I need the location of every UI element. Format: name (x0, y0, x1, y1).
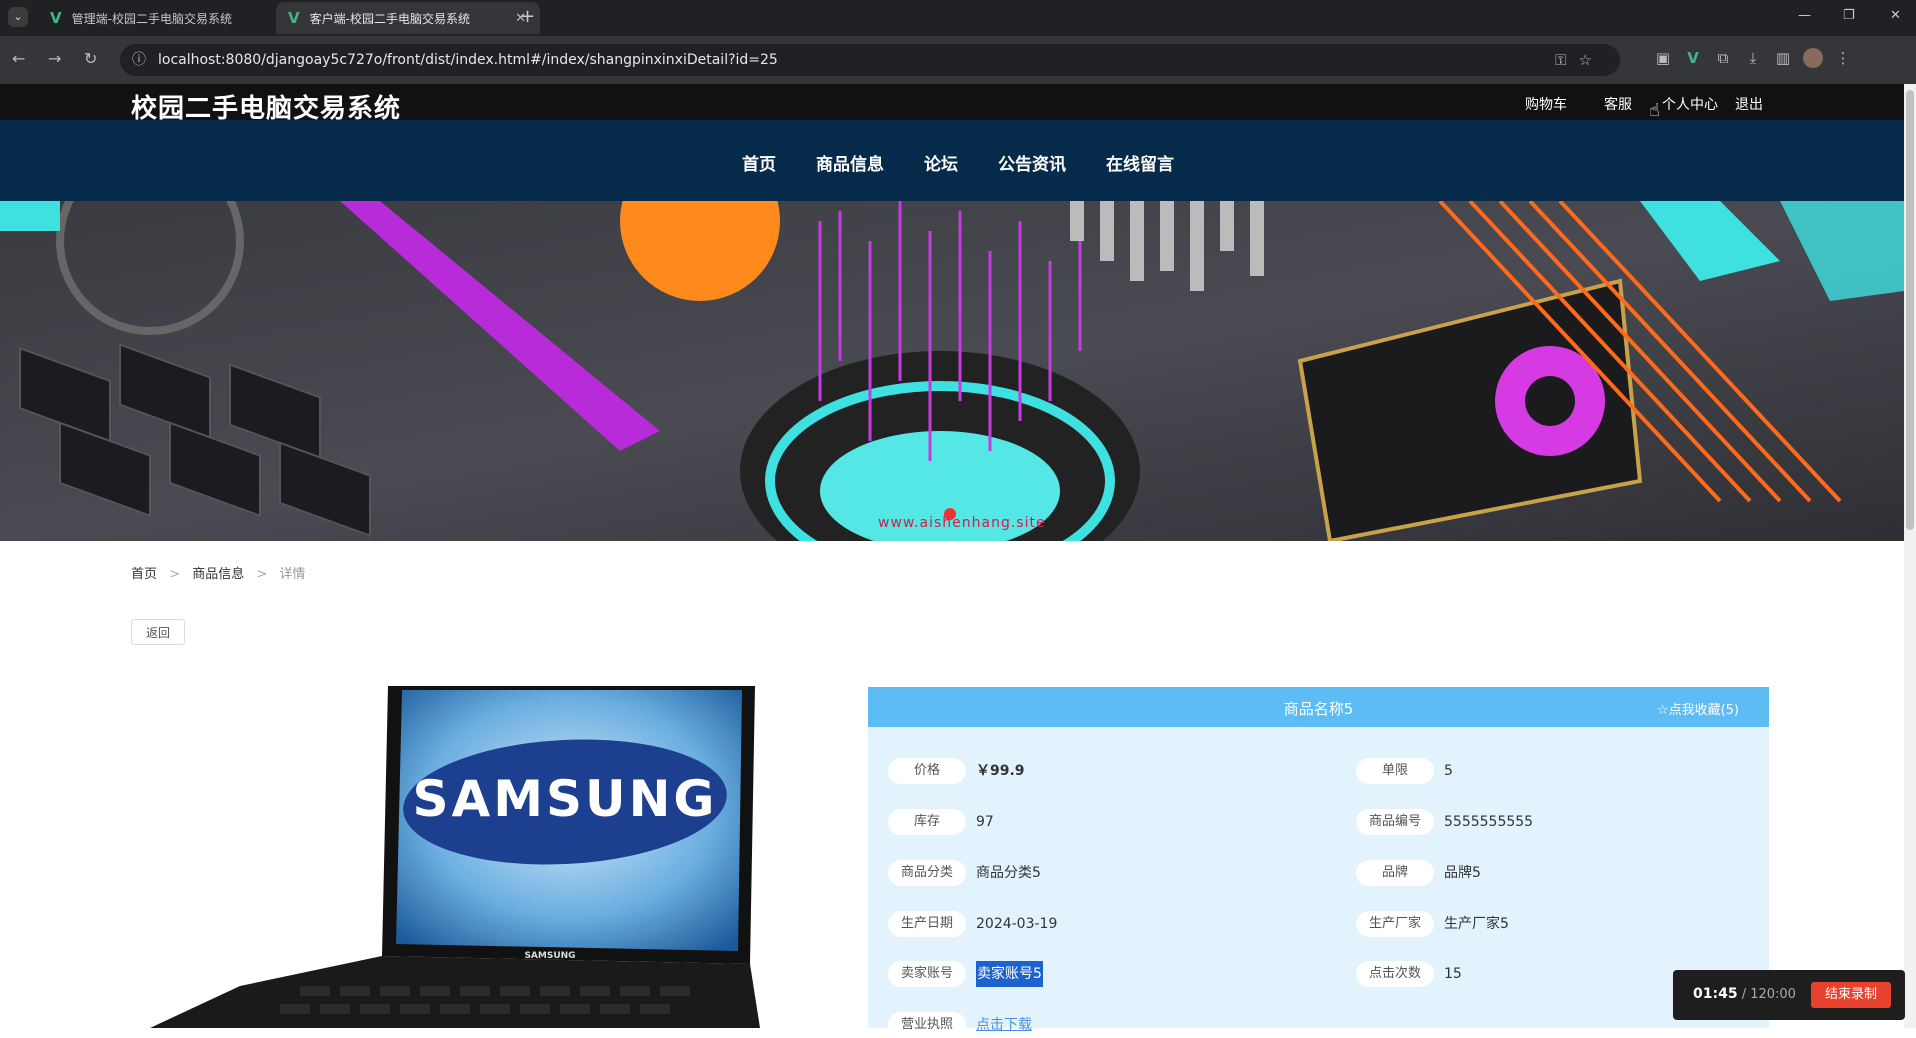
field-category: 商品分类 商品分类5 (888, 860, 1041, 886)
hand-cursor-icon: ☝ (1649, 100, 1660, 121)
side-panel-icon[interactable]: ▥ (1768, 49, 1798, 67)
customer-service-link[interactable]: 客服 (1604, 94, 1632, 114)
laptop-image: SAMSUNG SAMSUNG (150, 686, 760, 1028)
banner-watermark-url: www.aishenhang.site (878, 515, 1046, 531)
field-label: 商品编号 (1356, 809, 1434, 835)
product-name: 商品名称5 (1283, 700, 1354, 718)
tab-title: 客户端-校园二手电脑交易系统 (309, 11, 470, 26)
field-label: 商品分类 (888, 860, 966, 886)
browser-toolbar: ← → ↻ ⓘ localhost:8080/djangoay5c727o/fr… (0, 36, 1916, 84)
field-label: 生产厂家 (1356, 911, 1434, 937)
elapsed-time: 01:45 (1693, 986, 1738, 1002)
password-key-icon[interactable]: ⚿ (1555, 51, 1578, 69)
breadcrumb-separator: > (256, 567, 268, 582)
minimize-icon[interactable]: — (1798, 8, 1811, 23)
window-close-icon[interactable]: ✕ (1890, 8, 1901, 23)
download-link[interactable]: 点击下载 (976, 1012, 1032, 1038)
stop-recording-button[interactable]: 结束录制 (1811, 982, 1891, 1008)
address-bar[interactable]: ⓘ localhost:8080/djangoay5c727o/front/di… (120, 44, 1620, 76)
field-label: 单限 (1356, 758, 1434, 784)
samsung-logo-text: SAMSUNG (413, 770, 718, 828)
main-nav: 首页 商品信息 论坛 公告资讯 在线留言 (0, 120, 1904, 201)
nav-news[interactable]: 公告资讯 (998, 150, 1066, 175)
vue-logo-icon: V (50, 9, 62, 27)
forward-arrow-icon[interactable]: → (48, 49, 61, 68)
site-info-icon[interactable]: ⓘ (132, 44, 146, 76)
browser-tab-bar: ⌄ V 管理端-校园二手电脑交易系统 ✕ V 客户端-校园二手电脑交易系统 ✕ … (0, 0, 1916, 36)
field-value: 生产厂家5 (1444, 916, 1509, 932)
field-value: 商品分类5 (976, 865, 1041, 881)
vue-devtools-icon[interactable]: V (1678, 49, 1708, 67)
field-label: 生产日期 (888, 911, 966, 937)
back-arrow-icon[interactable]: ← (12, 49, 25, 68)
more-menu-icon[interactable]: ⋮ (1828, 49, 1858, 67)
new-tab-icon[interactable]: + (520, 6, 535, 27)
field-stock: 库存 97 (888, 809, 994, 835)
favorite-button[interactable]: ☆点我收藏(5) (1657, 699, 1739, 718)
field-label: 库存 (888, 809, 966, 835)
field-manufacturer: 生产厂家 生产厂家5 (1356, 911, 1509, 937)
tab-search-button[interactable]: ⌄ (8, 7, 28, 27)
product-image[interactable]: SAMSUNG SAMSUNG (150, 686, 770, 1028)
field-value: 5555555555 (1444, 814, 1534, 830)
field-value: 品牌5 (1444, 865, 1481, 881)
bookmark-star-icon[interactable]: ☆ (1579, 51, 1604, 69)
reload-icon[interactable]: ↻ (84, 49, 97, 68)
field-value: ￥99.9 (976, 763, 1025, 779)
nav-products[interactable]: 商品信息 (816, 150, 884, 175)
nav-messages[interactable]: 在线留言 (1106, 150, 1174, 175)
field-product-code: 商品编号 5555555555 (1356, 809, 1533, 835)
breadcrumb-products[interactable]: 商品信息 (192, 567, 244, 582)
field-brand: 品牌 品牌5 (1356, 860, 1481, 886)
field-value: 2024-03-19 (976, 916, 1058, 932)
vue-logo-icon: V (288, 9, 300, 27)
download-icon[interactable]: ⤓ (1738, 49, 1768, 67)
field-value: 97 (976, 814, 994, 830)
cart-link[interactable]: 购物车 (1525, 94, 1567, 114)
field-label: 点击次数 (1356, 961, 1434, 987)
tab-title: 管理端-校园二手电脑交易系统 (71, 11, 232, 26)
breadcrumb-home[interactable]: 首页 (131, 567, 157, 582)
browser-tab-client[interactable]: V 客户端-校园二手电脑交易系统 ✕ (276, 2, 540, 34)
browser-tab-admin[interactable]: V 管理端-校园二手电脑交易系统 ✕ (38, 2, 302, 34)
field-label: 营业执照 (888, 1012, 966, 1038)
field-label: 价格 (888, 758, 966, 784)
field-label: 卖家账号 (888, 961, 966, 987)
nav-forum[interactable]: 论坛 (924, 150, 958, 175)
personal-center-link[interactable]: 个人中心 (1662, 94, 1718, 114)
recording-timer: 01:45 / 120:00 (1693, 986, 1796, 1002)
field-business-license: 营业执照 点击下载 (888, 1012, 1032, 1038)
breadcrumb: 首页 > 商品信息 > 详情 (131, 563, 305, 582)
product-info-header: 商品名称5 ☆点我收藏(5) (868, 687, 1769, 727)
site-top-bar: 校园二手电脑交易系统 购物车 客服 个人中心 退出 ☝ (0, 84, 1904, 124)
field-label: 品牌 (1356, 860, 1434, 886)
logout-link[interactable]: 退出 (1735, 94, 1763, 114)
extension-icon[interactable]: ▣ (1648, 49, 1678, 67)
puzzle-icon[interactable]: ⧉ (1708, 49, 1738, 67)
breadcrumb-separator: > (169, 567, 181, 582)
field-click-count: 点击次数 15 (1356, 961, 1462, 987)
back-button[interactable]: 返回 (131, 619, 185, 645)
profile-avatar[interactable] (1798, 48, 1828, 68)
breadcrumb-current: 详情 (279, 567, 306, 582)
scrollbar-thumb[interactable] (1906, 90, 1914, 530)
field-value: 5 (1444, 763, 1453, 779)
nav-home[interactable]: 首页 (742, 150, 776, 175)
samsung-base-text: SAMSUNG (524, 951, 575, 961)
banner-artwork (0, 201, 1904, 541)
hero-banner: www.aishenhang.site (0, 201, 1904, 541)
total-time: / 120:00 (1737, 987, 1796, 1002)
restore-icon[interactable]: ❐ (1843, 8, 1855, 23)
screen-recorder-widget: 01:45 / 120:00 结束录制 (1673, 970, 1905, 1020)
field-value-selected[interactable]: 卖家账号5 (976, 961, 1043, 987)
url-text: localhost:8080/djangoay5c727o/front/dist… (158, 52, 778, 68)
field-seller-account: 卖家账号 卖家账号5 (888, 961, 1043, 987)
field-value: 15 (1444, 966, 1462, 982)
product-info-panel: 商品名称5 ☆点我收藏(5) 价格 ￥99.9 库存 97 商品分类 商品分类5 生产… (868, 687, 1769, 1038)
field-purchase-limit: 单限 5 (1356, 758, 1453, 784)
field-production-date: 生产日期 2024-03-19 (888, 911, 1057, 937)
field-price: 价格 ￥99.9 (888, 758, 1025, 784)
